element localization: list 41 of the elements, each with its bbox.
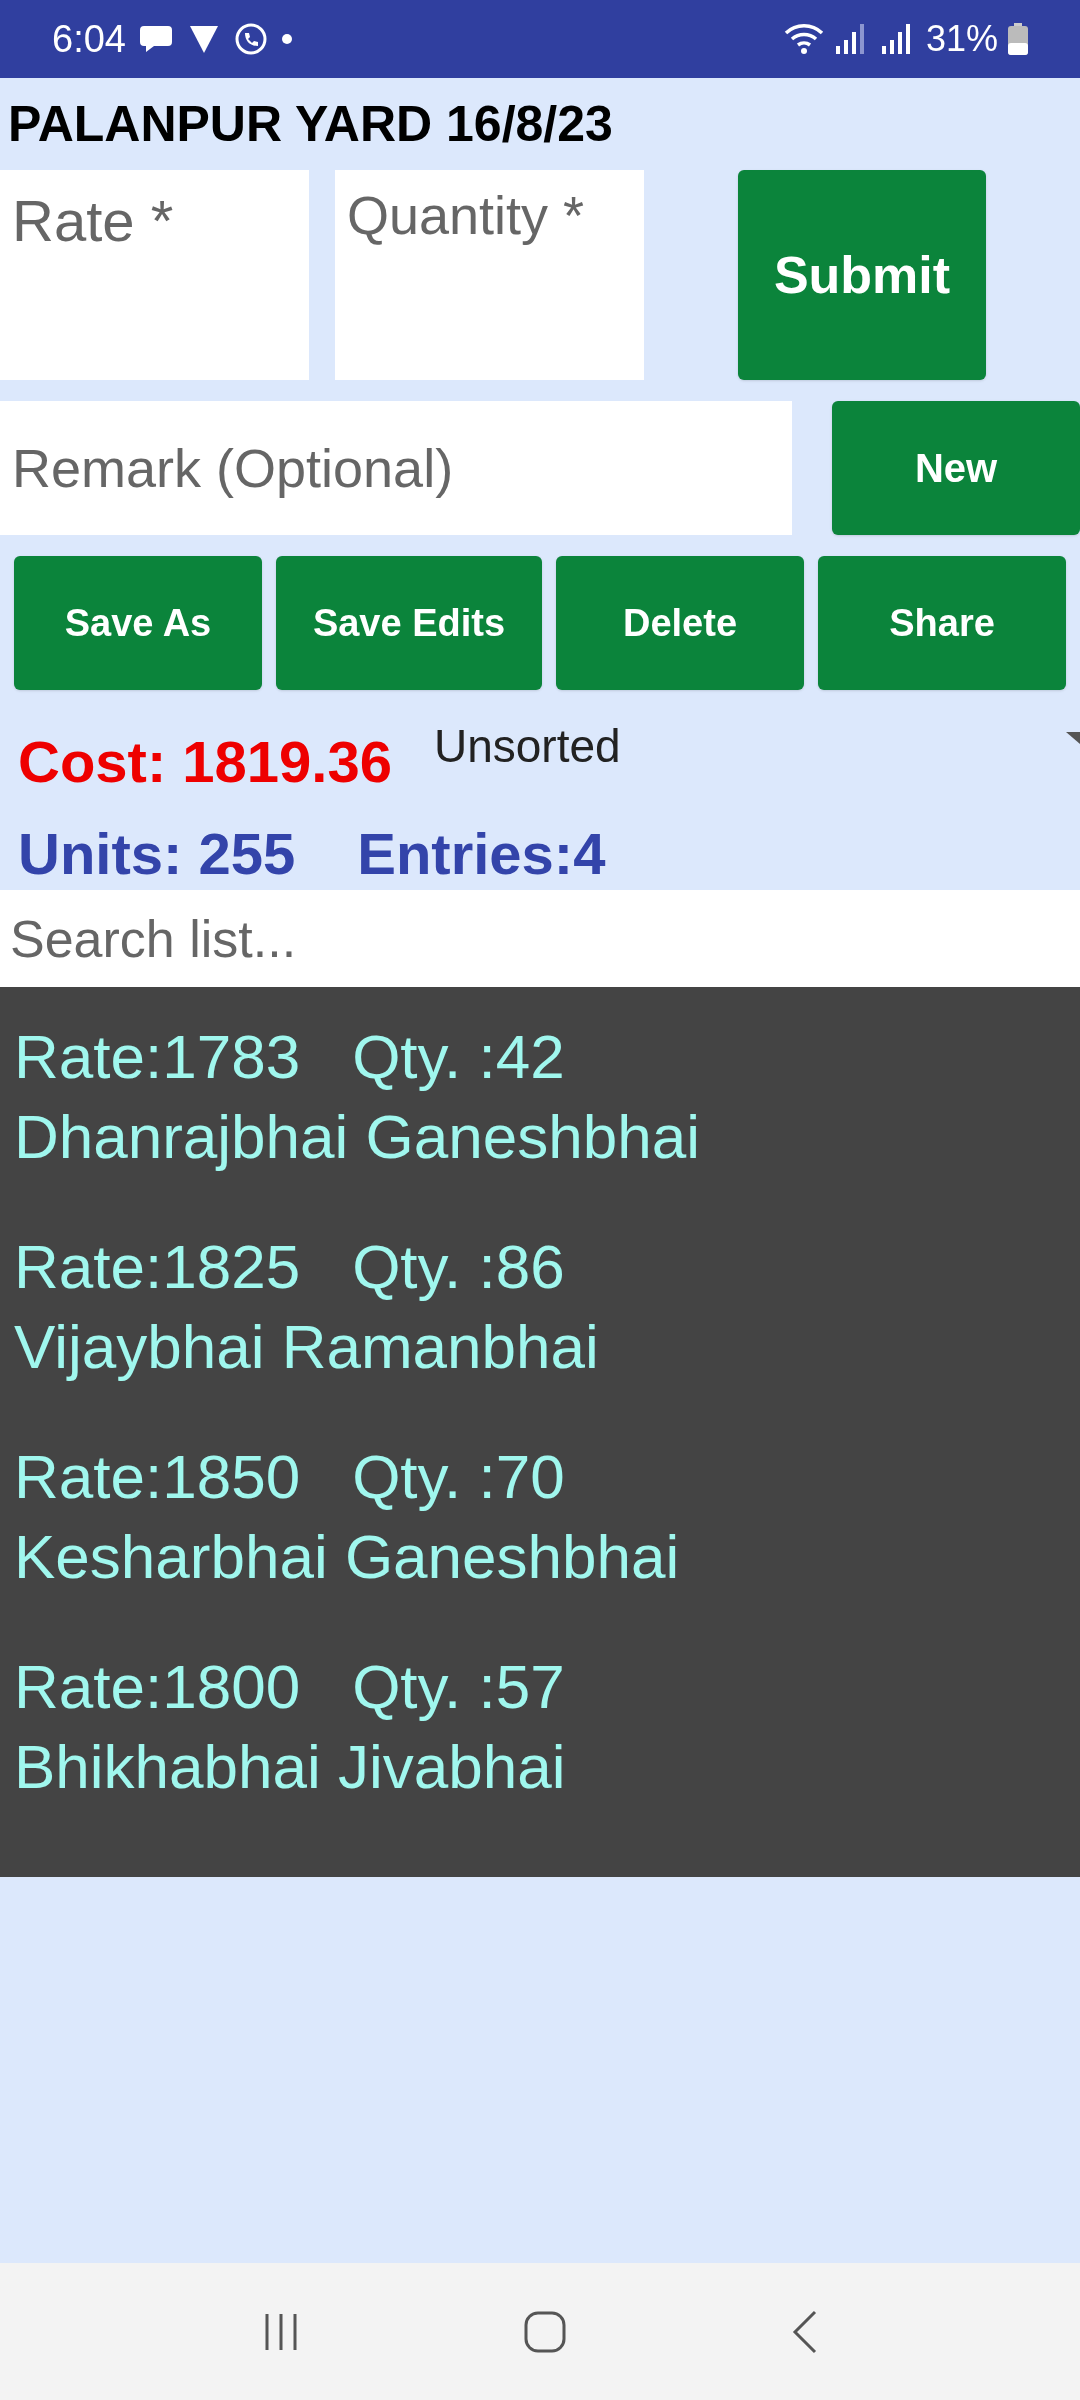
remark-field[interactable]: Remark (Optional) bbox=[0, 401, 792, 535]
action-button[interactable]: Save As bbox=[14, 556, 262, 690]
cost-label: Cost: 1819.36 bbox=[18, 728, 392, 796]
wifi-icon bbox=[783, 23, 824, 55]
rate-text: Rate:1800 bbox=[14, 1651, 301, 1723]
qty-text: Qty. :86 bbox=[352, 1231, 565, 1303]
list-entry[interactable]: Rate:1800 Qty. :57 Bhikhabhai Jivabhai bbox=[0, 1647, 1080, 1857]
home-icon[interactable] bbox=[523, 2309, 567, 2354]
submit-button[interactable]: Submit bbox=[738, 170, 986, 380]
page-title: PALANPUR YARD 16/8/23 bbox=[7, 94, 614, 154]
customer-name: Vijaybhai Ramanbhai bbox=[14, 1311, 600, 1383]
action-button[interactable]: Save Edits bbox=[276, 556, 542, 690]
search-field[interactable]: Search list... bbox=[0, 890, 1080, 987]
rate-text: Rate:1825 bbox=[14, 1231, 301, 1303]
phone-chat-icon bbox=[233, 22, 268, 56]
rate-text: Rate:1783 bbox=[14, 1021, 301, 1093]
dot-icon bbox=[281, 34, 292, 44]
quantity-field[interactable]: Quantity * bbox=[335, 170, 644, 380]
qty-text: Qty. :70 bbox=[352, 1441, 565, 1513]
list-entry[interactable]: Rate:1783 Qty. :42 Dhanrajbhai Ganeshbhai bbox=[0, 1017, 1080, 1227]
units-label: Units: 255 bbox=[18, 820, 296, 888]
battery-icon bbox=[1008, 23, 1028, 55]
rate-field[interactable]: Rate * bbox=[0, 170, 309, 380]
battery-percent: 31% bbox=[925, 17, 998, 61]
qty-text: Qty. :42 bbox=[352, 1021, 565, 1093]
qty-text: Qty. :57 bbox=[352, 1651, 565, 1723]
customer-name: Bhikhabhai Jivabhai bbox=[14, 1731, 567, 1803]
dropdown-arrow-icon bbox=[1066, 732, 1080, 744]
status-time: 6:04 bbox=[52, 16, 126, 62]
triangle-icon bbox=[187, 23, 220, 55]
customer-name: Kesharbhai Ganeshbhai bbox=[14, 1521, 681, 1593]
list-entry[interactable]: Rate:1825 Qty. :86 Vijaybhai Ramanbhai bbox=[0, 1227, 1080, 1437]
list-entry[interactable]: Rate:1850 Qty. :70 Kesharbhai Ganeshbhai bbox=[0, 1437, 1080, 1647]
action-button[interactable]: Share bbox=[818, 556, 1066, 690]
chat-icon bbox=[139, 24, 174, 54]
rate-text: Rate:1850 bbox=[14, 1441, 301, 1513]
customer-name: Dhanrajbhai Ganeshbhai bbox=[14, 1101, 701, 1173]
action-button[interactable]: Delete bbox=[556, 556, 804, 690]
new-button[interactable]: New bbox=[832, 401, 1080, 535]
sort-dropdown[interactable]: Unsorted bbox=[434, 712, 1080, 781]
entries-label: Entries:4 bbox=[357, 820, 606, 888]
